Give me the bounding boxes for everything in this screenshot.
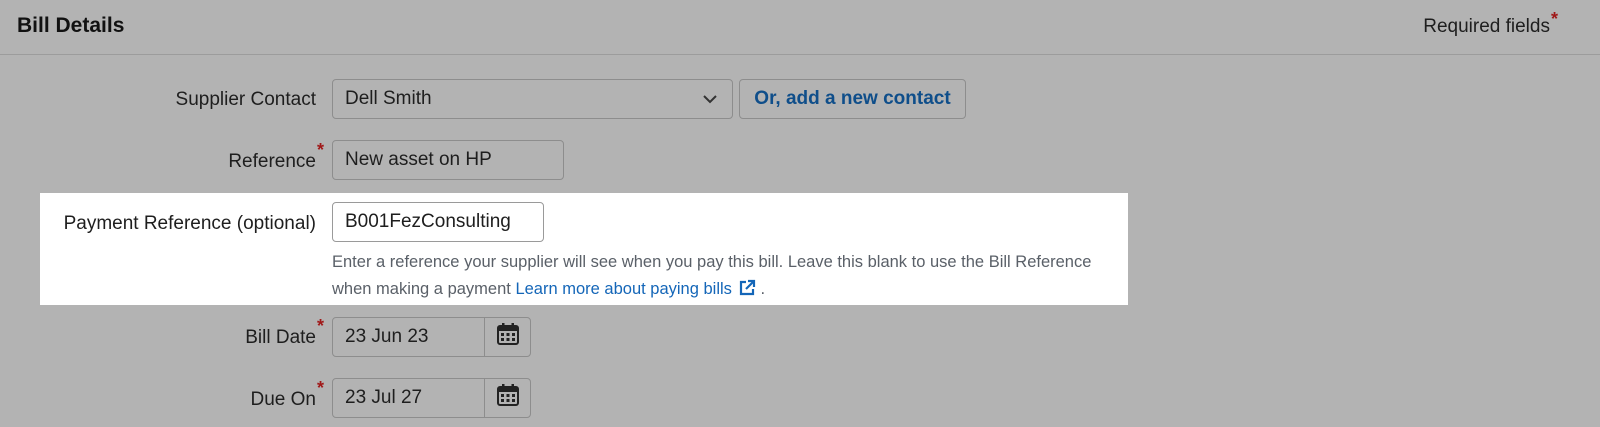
required-star: * <box>1550 9 1558 29</box>
section-header: Bill Details Required fields* <box>0 0 1600 55</box>
bill-date-field: 23 Jun 23 <box>332 317 531 357</box>
add-new-contact-button[interactable]: Or, add a new contact <box>739 79 966 119</box>
reference-label: Reference * <box>228 140 324 173</box>
reference-label-text: Reference <box>228 151 316 172</box>
learn-more-link[interactable]: Learn more about paying bills <box>515 280 731 298</box>
external-link-icon[interactable] <box>738 279 756 306</box>
chevron-down-icon <box>702 91 718 113</box>
required-star: * <box>316 140 324 160</box>
payment-reference-label-text: Payment Reference (optional) <box>63 213 316 234</box>
supplier-contact-select[interactable]: Dell Smith <box>332 79 733 119</box>
due-on-label: Due On * <box>250 378 324 411</box>
section-title: Bill Details <box>17 14 125 37</box>
due-on-calendar-button[interactable] <box>485 379 530 417</box>
bill-date-calendar-button[interactable] <box>485 318 530 356</box>
due-on-field: 23 Jul 27 <box>332 378 531 418</box>
supplier-contact-label-text: Supplier Contact <box>175 89 316 110</box>
reference-value: New asset on HP <box>345 149 492 170</box>
calendar-icon <box>496 322 520 352</box>
payment-reference-label: Payment Reference (optional) <box>64 213 316 235</box>
due-on-label-text: Due On <box>250 389 316 410</box>
payment-reference-input[interactable]: B001FezConsulting <box>332 202 544 242</box>
required-star: * <box>316 316 324 336</box>
supplier-contact-label: Supplier Contact <box>176 89 316 111</box>
reference-input[interactable]: New asset on HP <box>332 140 564 180</box>
required-fields-text: Required fields <box>1423 16 1550 37</box>
bill-date-value: 23 Jun 23 <box>345 326 429 347</box>
bill-date-label: Bill Date * <box>245 316 324 349</box>
supplier-contact-value: Dell Smith <box>345 88 432 109</box>
bill-date-input[interactable]: 23 Jun 23 <box>333 318 485 356</box>
help-end: . <box>760 280 766 298</box>
required-fields-note: Required fields* <box>1423 9 1558 38</box>
due-on-value: 23 Jul 27 <box>345 387 423 408</box>
bill-date-label-text: Bill Date <box>245 327 316 348</box>
payment-reference-value: B001FezConsulting <box>345 211 511 232</box>
calendar-icon <box>496 383 520 413</box>
due-on-input[interactable]: 23 Jul 27 <box>333 379 485 417</box>
payment-reference-help: Enter a reference your supplier will see… <box>332 249 1122 306</box>
required-star: * <box>316 378 324 398</box>
